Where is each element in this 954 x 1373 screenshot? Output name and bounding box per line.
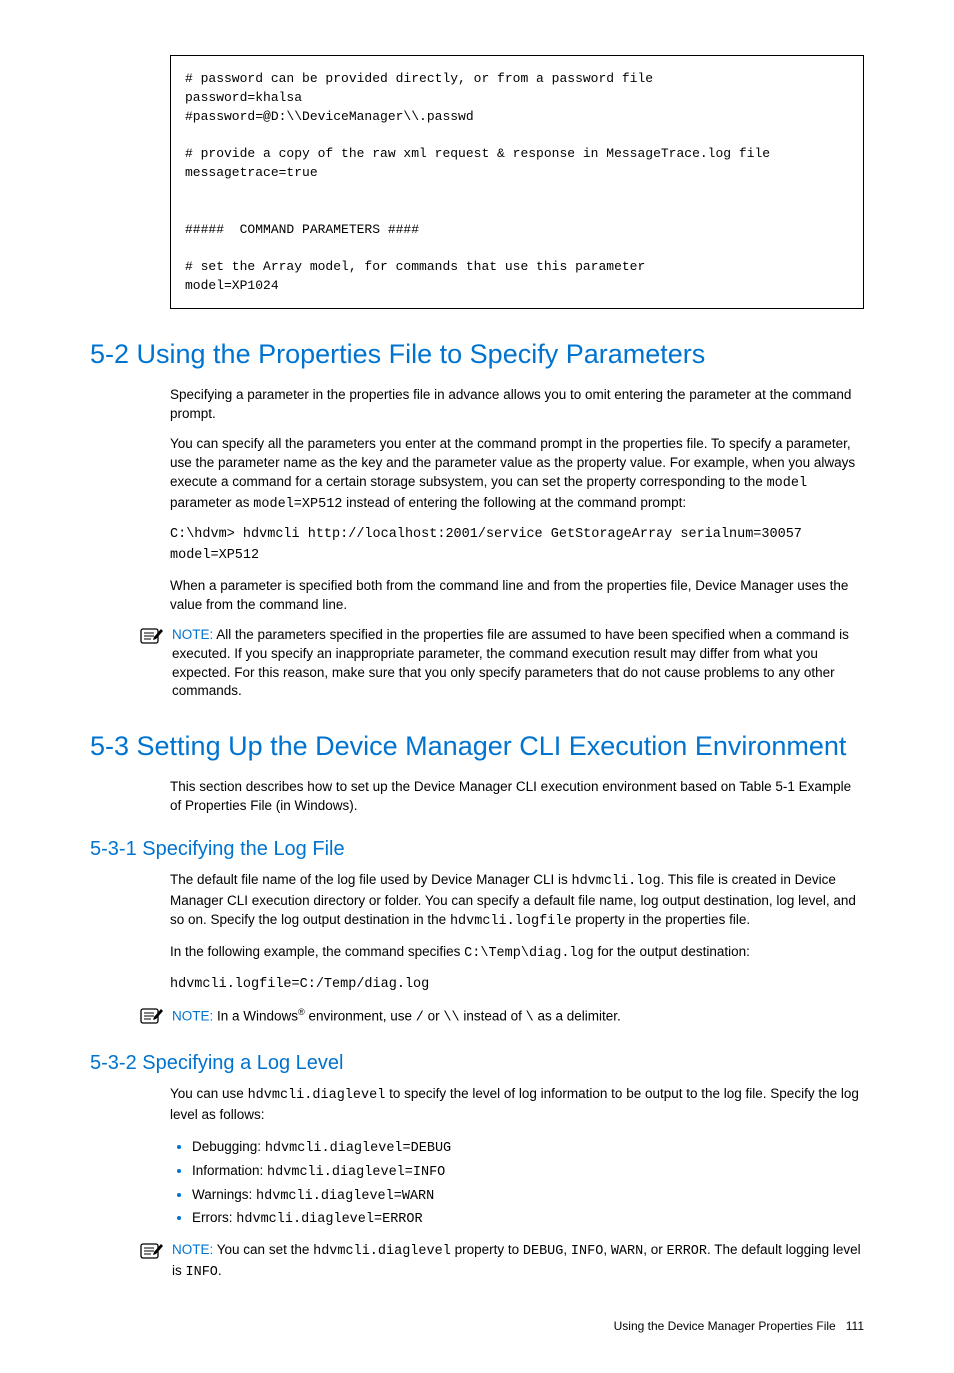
text: ,	[603, 1242, 611, 1257]
text: You can use	[170, 1086, 248, 1101]
text: You can specify all the parameters you e…	[170, 436, 855, 489]
note-pencil-icon	[140, 1242, 168, 1265]
page-content: # password can be provided directly, or …	[0, 55, 954, 1373]
inline-code: /	[416, 1010, 424, 1025]
text: Errors:	[192, 1210, 236, 1225]
inline-code: INFO	[571, 1244, 603, 1259]
text: instead of	[460, 1008, 526, 1023]
text: In a Windows	[217, 1008, 298, 1023]
text: Warnings:	[192, 1187, 256, 1202]
inline-code: C:\Temp\diag.log	[464, 946, 594, 961]
inline-code: model	[767, 476, 808, 491]
inline-code: INFO	[186, 1265, 218, 1280]
text: .	[218, 1263, 222, 1278]
heading-5-2: 5-2 Using the Properties File to Specify…	[90, 339, 864, 370]
paragraph: You can specify all the parameters you e…	[170, 435, 864, 515]
note-text: NOTE: You can set the hdvmcli.diaglevel …	[172, 1241, 864, 1283]
list-item: Errors: hdvmcli.diaglevel=ERROR	[192, 1207, 864, 1231]
list-item: Warnings: hdvmcli.diaglevel=WARN	[192, 1184, 864, 1208]
list-item: Debugging: hdvmcli.diaglevel=DEBUG	[192, 1136, 864, 1160]
text: environment, use	[305, 1008, 416, 1023]
text: The default file name of the log file us…	[170, 872, 571, 887]
note-text: NOTE: In a Windows® environment, use / o…	[172, 1006, 621, 1028]
note-block: NOTE: All the parameters specified in th…	[140, 626, 864, 702]
footer-title: Using the Device Manager Properties File	[614, 1319, 836, 1333]
note-label: NOTE:	[172, 627, 216, 642]
note-pencil-icon	[140, 627, 168, 650]
text: You can set the	[217, 1242, 313, 1257]
inline-code: model=XP512	[253, 497, 342, 512]
paragraph: This section describes how to set up the…	[170, 778, 864, 816]
command-block: C:\hdvm> hdvmcli http://localhost:2001/s…	[170, 525, 864, 566]
inline-code: hdvmcli.diaglevel=WARN	[256, 1189, 434, 1204]
inline-code: DEBUG	[523, 1244, 564, 1259]
heading-5-3-2: 5-3-2 Specifying a Log Level	[90, 1052, 864, 1075]
text: as a delimiter.	[534, 1008, 621, 1023]
note-text: NOTE: All the parameters specified in th…	[172, 626, 864, 702]
inline-code: hdvmcli.diaglevel	[313, 1244, 451, 1259]
text: for the output destination:	[594, 944, 750, 959]
text: Debugging:	[192, 1139, 265, 1154]
inline-code: hdvmcli.log	[571, 874, 660, 889]
paragraph: When a parameter is specified both from …	[170, 577, 864, 615]
paragraph: You can use hdvmcli.diaglevel to specify…	[170, 1085, 864, 1125]
inline-code: WARN	[611, 1244, 643, 1259]
inline-code: hdvmcli.logfile	[450, 914, 572, 929]
inline-code: hdvmcli.diaglevel=ERROR	[236, 1212, 422, 1227]
page-footer: Using the Device Manager Properties File…	[90, 1319, 864, 1333]
command-block: hdvmcli.logfile=C:/Temp/diag.log	[170, 975, 864, 995]
text: Information:	[192, 1163, 267, 1178]
text: , or	[643, 1242, 666, 1257]
text: property to	[451, 1242, 523, 1257]
heading-5-3: 5-3 Setting Up the Device Manager CLI Ex…	[90, 731, 864, 762]
inline-code: hdvmcli.diaglevel	[248, 1088, 386, 1103]
paragraph: Specifying a parameter in the properties…	[170, 386, 864, 424]
note-pencil-icon	[140, 1007, 168, 1030]
inline-code: \	[526, 1010, 534, 1025]
page-number: 111	[846, 1319, 864, 1333]
inline-code: hdvmcli.diaglevel=INFO	[267, 1165, 445, 1180]
text: or	[424, 1008, 444, 1023]
paragraph: In the following example, the command sp…	[170, 943, 864, 964]
inline-code: \\	[443, 1010, 459, 1025]
log-level-list: Debugging: hdvmcli.diaglevel=DEBUG Infor…	[170, 1136, 864, 1232]
text: All the parameters specified in the prop…	[172, 627, 849, 699]
properties-file-codebox: # password can be provided directly, or …	[170, 55, 864, 309]
note-label: NOTE:	[172, 1008, 217, 1023]
note-block: NOTE: In a Windows® environment, use / o…	[140, 1006, 864, 1030]
text: property in the properties file.	[571, 912, 750, 927]
note-label: NOTE:	[172, 1242, 217, 1257]
text: In the following example, the command sp…	[170, 944, 464, 959]
text: instead of entering the following at the…	[342, 495, 686, 510]
paragraph: The default file name of the log file us…	[170, 871, 864, 932]
text: parameter as	[170, 495, 253, 510]
note-block: NOTE: You can set the hdvmcli.diaglevel …	[140, 1241, 864, 1283]
text: ,	[563, 1242, 571, 1257]
heading-5-3-1: 5-3-1 Specifying the Log File	[90, 838, 864, 861]
inline-code: ERROR	[667, 1244, 708, 1259]
list-item: Information: hdvmcli.diaglevel=INFO	[192, 1160, 864, 1184]
inline-code: hdvmcli.diaglevel=DEBUG	[265, 1141, 451, 1156]
registered-mark: ®	[298, 1007, 305, 1017]
